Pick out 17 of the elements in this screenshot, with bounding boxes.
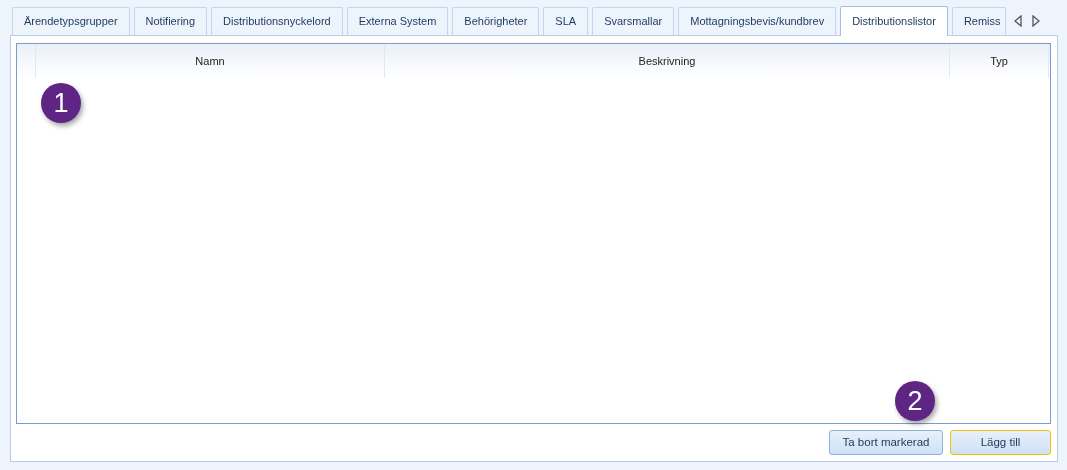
scroll-right-icon[interactable] <box>1030 15 1041 27</box>
tab[interactable]: Distributionsnyckelord <box>211 7 343 35</box>
tab[interactable]: SLA <box>543 7 589 35</box>
tab[interactable]: Distributionslistor <box>840 6 948 36</box>
tab[interactable]: Ärendetypsgrupper <box>12 7 130 35</box>
column-header[interactable]: Namn <box>36 44 385 78</box>
action-button[interactable]: Lägg till <box>950 430 1051 455</box>
tab[interactable]: Externa System <box>346 7 449 35</box>
column-header[interactable]: Beskrivning <box>385 44 950 78</box>
tab[interactable]: Svarsmallar <box>592 7 675 35</box>
scroll-left-icon[interactable] <box>1012 15 1023 27</box>
column-header[interactable]: Typ <box>950 44 1049 78</box>
tab[interactable]: Remiss <box>951 7 1006 35</box>
action-button[interactable]: Ta bort markerad <box>829 430 943 455</box>
tab[interactable]: Notifiering <box>133 7 208 35</box>
tab[interactable]: Behörigheter <box>452 7 540 35</box>
tab[interactable]: Mottagningsbevis/kundbrev <box>678 7 837 35</box>
